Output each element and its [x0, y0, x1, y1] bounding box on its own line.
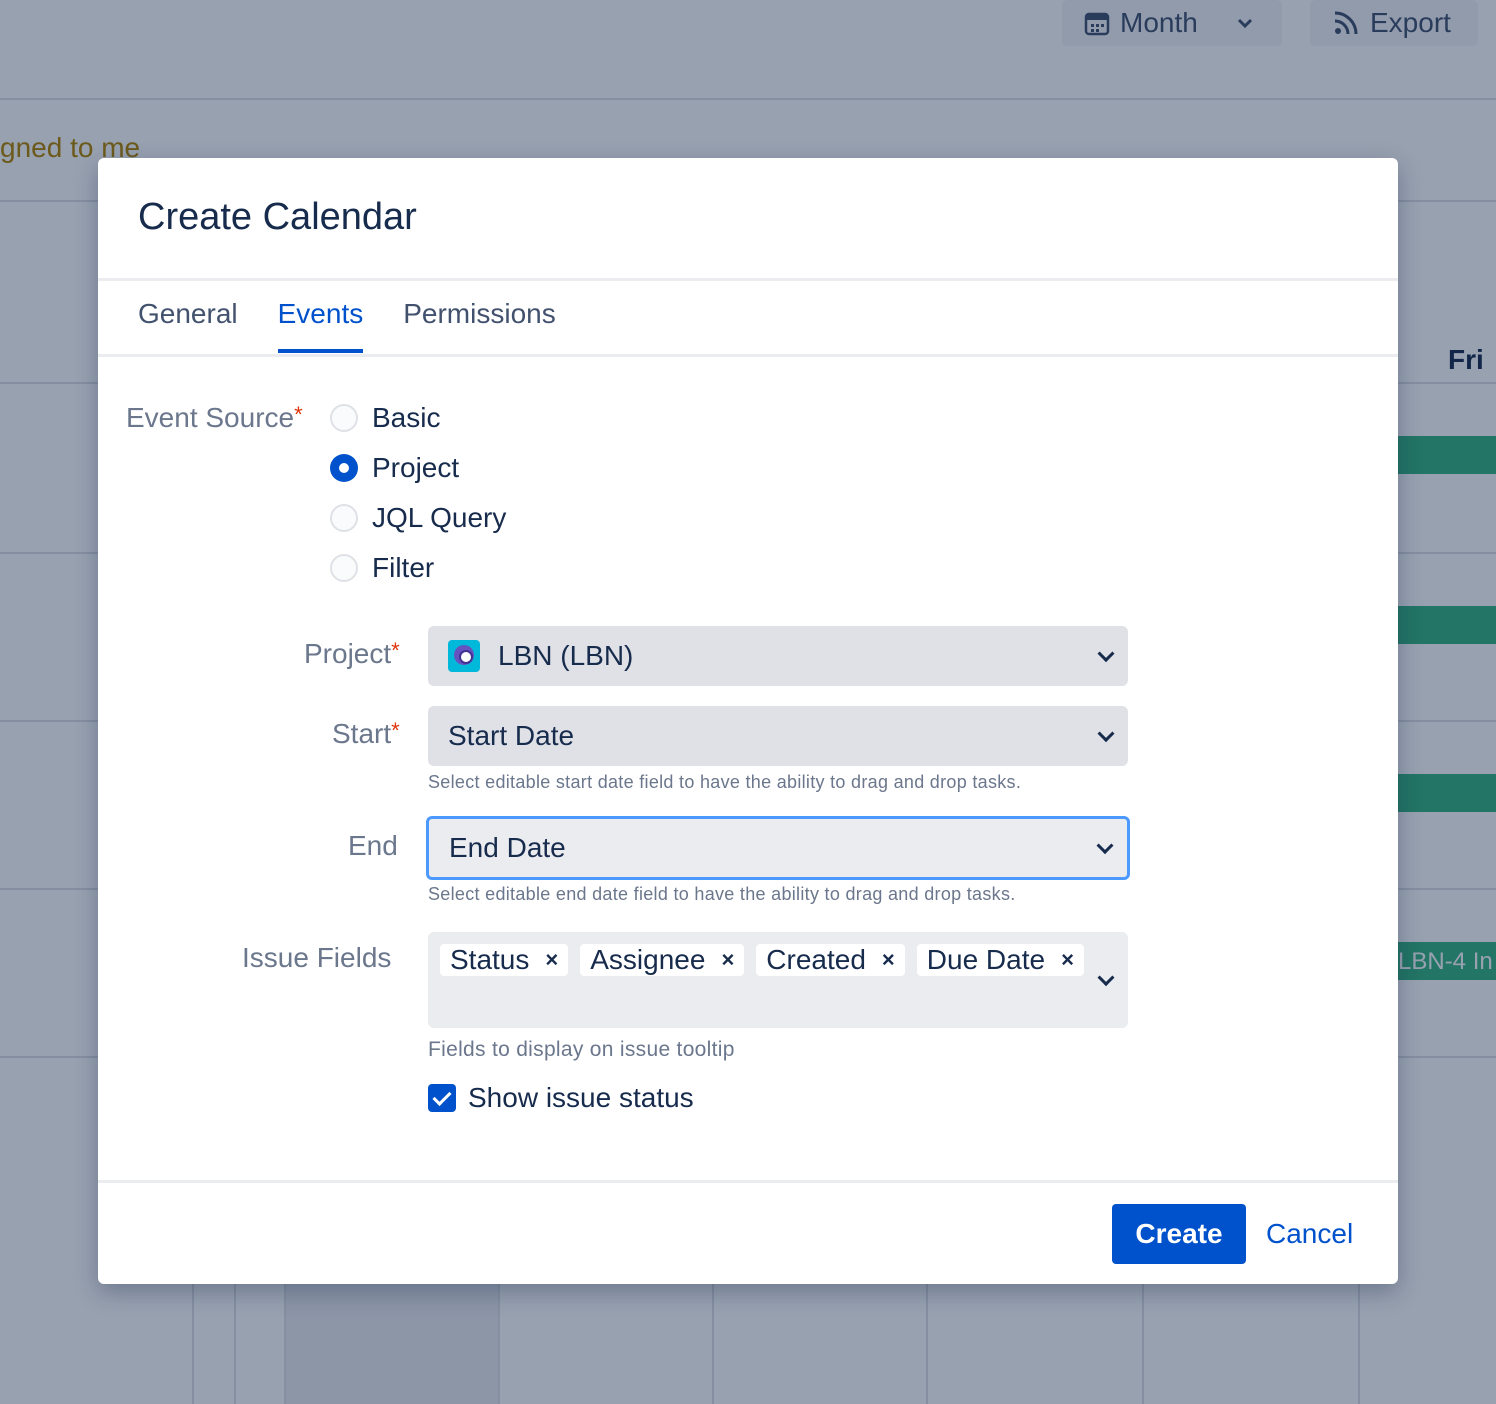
event-source-label: Event Source* — [126, 402, 303, 433]
radio-label: Filter — [372, 552, 435, 583]
remove-tag-icon[interactable]: × — [1061, 947, 1074, 973]
radio-button-selected[interactable] — [330, 454, 358, 482]
footer-divider — [98, 1180, 1398, 1183]
create-button[interactable]: Create — [1112, 1204, 1246, 1264]
divider — [98, 278, 1398, 281]
start-select[interactable]: Start Date — [428, 706, 1128, 766]
radio-label: JQL Query — [372, 502, 507, 533]
chevron-down-icon — [1097, 725, 1115, 743]
start-select-value: Start Date — [448, 720, 575, 751]
required-mark: * — [294, 402, 303, 427]
remove-tag-icon[interactable]: × — [721, 947, 734, 973]
dialog-title: Create Calendar — [138, 196, 417, 238]
radio-button[interactable] — [330, 554, 358, 582]
radio-label: Basic — [372, 402, 441, 433]
end-select-value: End Date — [449, 832, 566, 863]
project-label: Project* — [304, 638, 400, 669]
tabs-divider — [98, 354, 1398, 357]
radio-filter[interactable]: Filter — [330, 552, 434, 584]
chevron-down-icon — [1096, 837, 1114, 855]
tag-assignee: Assignee × — [580, 944, 745, 976]
project-avatar-icon — [448, 640, 480, 672]
cancel-button[interactable]: Cancel — [1266, 1204, 1353, 1264]
project-select-value: LBN (LBN) — [498, 640, 634, 671]
chevron-down-icon — [1097, 645, 1115, 663]
create-calendar-dialog: Create Calendar General Events Permissio… — [98, 158, 1398, 1284]
radio-label: Project — [372, 452, 460, 483]
tag-label: Status — [450, 944, 530, 975]
issue-fields-label: Issue Fields — [242, 942, 392, 973]
tag-due-date: Due Date × — [916, 944, 1084, 976]
tag-label: Assignee — [590, 944, 706, 975]
end-select[interactable]: End Date — [426, 816, 1130, 880]
chevron-down-icon[interactable] — [1097, 969, 1115, 987]
tab-general[interactable]: General — [138, 298, 238, 350]
required-mark: * — [391, 638, 400, 663]
start-label: Start* — [332, 718, 400, 749]
radio-button[interactable] — [330, 504, 358, 532]
issue-fields-multiselect[interactable]: Status × Assignee × Created × Due Date × — [428, 932, 1128, 1028]
start-help-text: Select editable start date field to have… — [428, 772, 1022, 792]
tag-label: Due Date — [926, 944, 1046, 975]
radio-button[interactable] — [330, 404, 358, 432]
dialog-tabs: General Events Permissions — [138, 298, 556, 353]
issue-fields-help-text: Fields to display on issue tooltip — [428, 1038, 735, 1061]
selected-tags: Status × Assignee × Created × Due Date × — [440, 944, 1084, 976]
show-issue-status-option[interactable]: Show issue status — [428, 1082, 694, 1114]
project-select[interactable]: LBN (LBN) — [428, 626, 1128, 686]
end-help-text: Select editable end date field to have t… — [428, 884, 1016, 904]
tag-created: Created × — [756, 944, 905, 976]
tag-label: Created — [766, 944, 866, 975]
tab-permissions[interactable]: Permissions — [403, 298, 555, 350]
radio-jql-query[interactable]: JQL Query — [330, 502, 506, 534]
remove-tag-icon[interactable]: × — [882, 947, 895, 973]
end-label: End — [348, 830, 398, 861]
radio-basic[interactable]: Basic — [330, 402, 440, 434]
required-mark: * — [391, 718, 400, 743]
checkbox-label: Show issue status — [468, 1082, 694, 1113]
checkbox-checked[interactable] — [428, 1084, 456, 1112]
remove-tag-icon[interactable]: × — [545, 947, 558, 973]
tag-status: Status × — [440, 944, 569, 976]
tab-events[interactable]: Events — [277, 298, 363, 353]
radio-project[interactable]: Project — [330, 452, 459, 484]
